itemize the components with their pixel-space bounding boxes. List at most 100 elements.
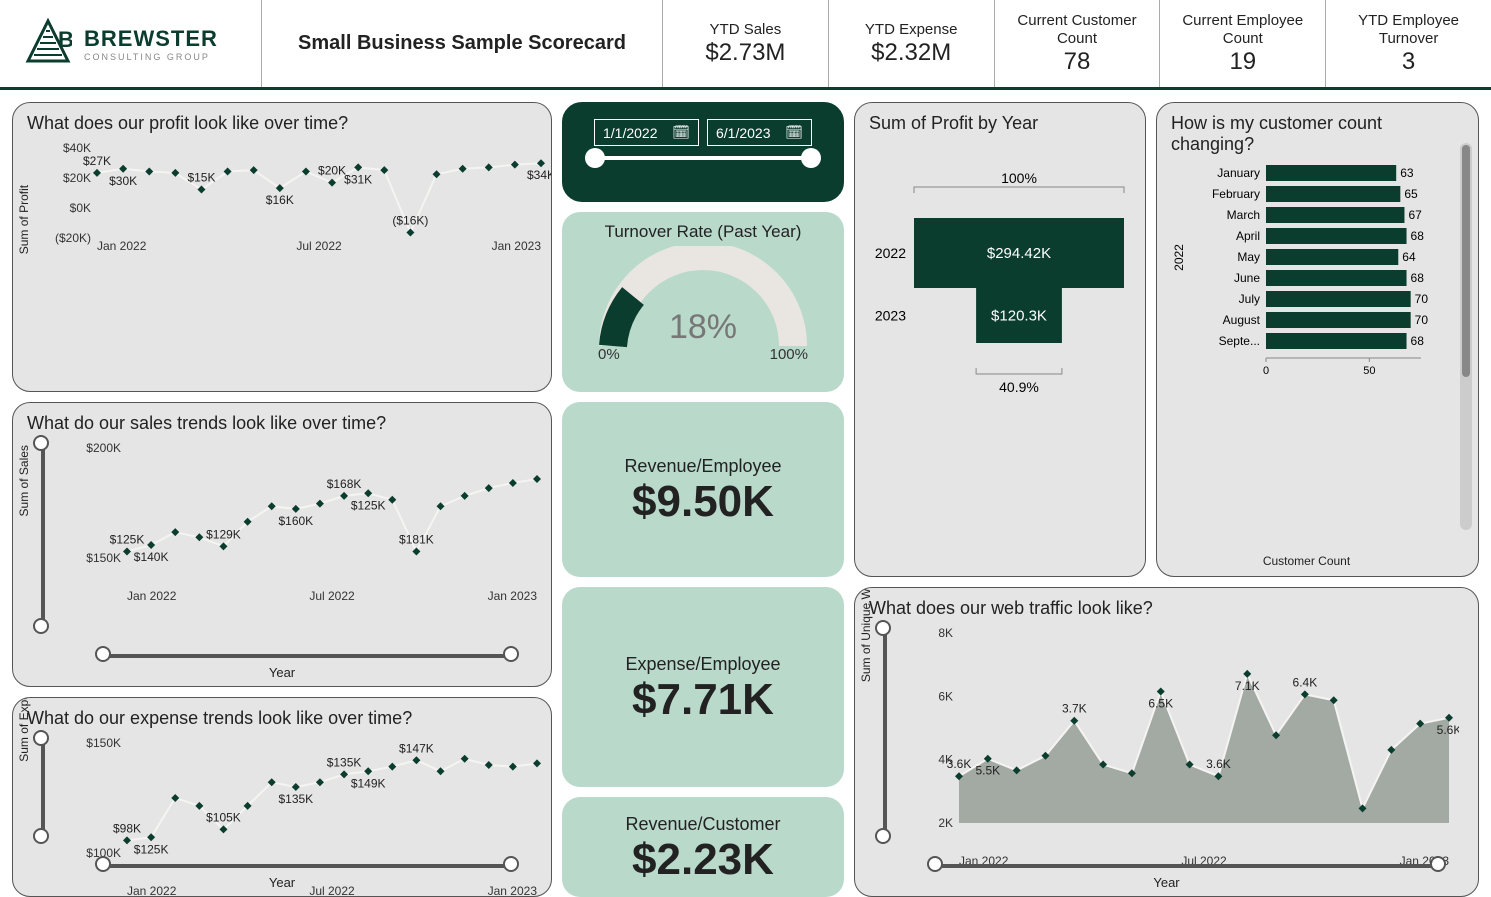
panel-title: Sum of Profit by Year [869,113,1131,134]
kpi-employee-count: Current Employee Count 19 [1159,0,1325,87]
svg-text:70: 70 [1415,292,1429,306]
date-from-input[interactable]: 1/1/2022 🗓 [594,119,699,146]
card-label: Expense/Employee [625,654,780,675]
svg-text:$129K: $129K [206,527,241,541]
svg-text:$30K: $30K [109,174,137,188]
svg-text:Jul 2022: Jul 2022 [296,239,342,253]
kpi-ytd-expense: YTD Expense $2.32M [828,0,994,87]
chart-expense-over-time[interactable]: $100K$150KJan 2022Jul 2022Jan 2023$98K$1… [77,733,547,897]
svg-text:0: 0 [1263,365,1269,377]
svg-text:68: 68 [1411,271,1425,285]
card-revenue-per-customer: Revenue/Customer $2.23K [562,797,844,897]
x-range-slider[interactable] [935,864,1438,868]
panel-profit-over-time: What does our profit look like over time… [12,102,552,392]
x-axis-label: Year [13,665,551,680]
y-axis-label: Sum of Expense [17,697,31,762]
svg-text:68: 68 [1411,334,1425,348]
date-range-slider[interactable] [589,156,817,160]
svg-text:$27K: $27K [83,154,111,168]
header: B BREWSTER CONSULTING GROUP Small Busine… [0,0,1491,90]
svg-text:$105K: $105K [206,810,241,824]
svg-text:Jan 2022: Jan 2022 [97,239,147,253]
card-expense-per-employee: Expense/Employee $7.71K [562,587,844,787]
svg-text:63: 63 [1400,166,1414,180]
chart-web-traffic[interactable]: 2K4K6K8KJan 2022Jul 2022Jan 20233.6K5.5K… [919,623,1459,873]
svg-text:$150K: $150K [86,736,121,750]
svg-text:40.9%: 40.9% [999,379,1039,395]
svg-text:100%: 100% [1001,170,1037,186]
brand-sub: CONSULTING GROUP [84,52,218,62]
x-axis-label: Customer Count [1157,554,1456,568]
svg-text:Jan 2023: Jan 2023 [492,239,542,253]
y-range-slider[interactable] [883,628,887,836]
svg-text:Jul 2022: Jul 2022 [309,589,355,603]
x-axis-label: Year [855,875,1478,890]
svg-text:8K: 8K [938,626,953,640]
svg-text:6.4K: 6.4K [1293,675,1318,689]
svg-text:Jan 2022: Jan 2022 [127,589,177,603]
svg-text:5.5K: 5.5K [975,764,1000,778]
svg-text:May: May [1237,250,1260,264]
svg-text:5.6K: 5.6K [1437,723,1459,737]
svg-text:$125K: $125K [351,498,386,512]
card-value: $7.71K [632,675,774,725]
svg-text:June: June [1234,271,1260,285]
chart-profit-over-time[interactable]: ($20K)$0K$20K$40KJan 2022Jul 2022Jan 202… [41,138,551,258]
calendar-icon: 🗓 [785,124,803,141]
panel-title: What does our profit look like over time… [27,113,537,134]
svg-text:68: 68 [1411,229,1425,243]
kpi-customer-count: Current Customer Count 78 [994,0,1160,87]
card-label: Revenue/Customer [625,814,780,835]
x-range-slider[interactable] [103,654,511,658]
scrollbar[interactable] [1460,143,1472,530]
svg-text:$147K: $147K [399,741,434,755]
chart-profit-by-year[interactable]: 2022$294.42K100%2023$120.3K40.9% [869,138,1134,448]
kpi-row: YTD Sales $2.73M YTD Expense $2.32M Curr… [662,0,1491,87]
svg-text:65: 65 [1404,187,1418,201]
svg-text:6.5K: 6.5K [1148,696,1173,710]
svg-text:B: B [58,27,72,52]
slider-handle-right[interactable] [801,148,821,168]
card-value: $9.50K [632,477,774,527]
panel-customer-count: How is my customer count changing? 2022J… [1156,102,1479,577]
gauge-min: 0% [598,346,620,363]
svg-text:($16K): ($16K) [392,213,428,227]
card-value: $2.23K [632,835,774,885]
svg-text:$125K: $125K [134,842,169,856]
slider-handle-left[interactable] [585,148,605,168]
panel-turnover-gauge: Turnover Rate (Past Year) 18% 0% 100% [562,212,844,392]
gauge-max: 100% [770,346,808,363]
svg-text:April: April [1236,229,1260,243]
svg-text:67: 67 [1408,208,1422,222]
scrollbar-thumb[interactable] [1462,145,1470,377]
date-to-input[interactable]: 6/1/2023 🗓 [707,119,812,146]
svg-text:64: 64 [1402,250,1416,264]
svg-text:($20K): ($20K) [55,231,91,245]
svg-text:$140K: $140K [134,550,169,564]
svg-text:2022: 2022 [1172,244,1186,271]
y-range-slider[interactable] [41,443,45,626]
chart-customer-count[interactable]: 2022January63February65March67April68May… [1171,159,1451,419]
card-label: Revenue/Employee [624,456,781,477]
kpi-employee-turnover: YTD Employee Turnover 3 [1325,0,1491,87]
svg-text:2022: 2022 [875,245,906,261]
gauge-title: Turnover Rate (Past Year) [605,222,802,242]
svg-text:January: January [1217,166,1260,180]
gauge-value: 18% [562,308,844,347]
svg-text:6K: 6K [938,689,953,703]
svg-text:$98K: $98K [113,821,141,835]
svg-text:$181K: $181K [399,533,434,547]
y-axis-label: Sum of Sales [17,445,31,516]
x-range-slider[interactable] [103,864,511,868]
svg-text:$15K: $15K [187,171,215,185]
svg-text:$34K: $34K [527,168,551,182]
logo-block: B BREWSTER CONSULTING GROUP [0,0,262,87]
chart-sales-over-time[interactable]: $150K$200KJan 2022Jul 2022Jan 2023$125K$… [77,438,547,608]
page-title: Small Business Sample Scorecard [262,0,662,87]
panel-date-slicer: 1/1/2022 🗓 6/1/2023 🗓 [562,102,844,202]
y-range-slider[interactable] [41,738,45,836]
svg-text:$20K: $20K [318,164,346,178]
svg-text:$200K: $200K [86,441,121,455]
svg-text:Jan 2023: Jan 2023 [488,589,538,603]
svg-text:Septe...: Septe... [1219,334,1260,348]
